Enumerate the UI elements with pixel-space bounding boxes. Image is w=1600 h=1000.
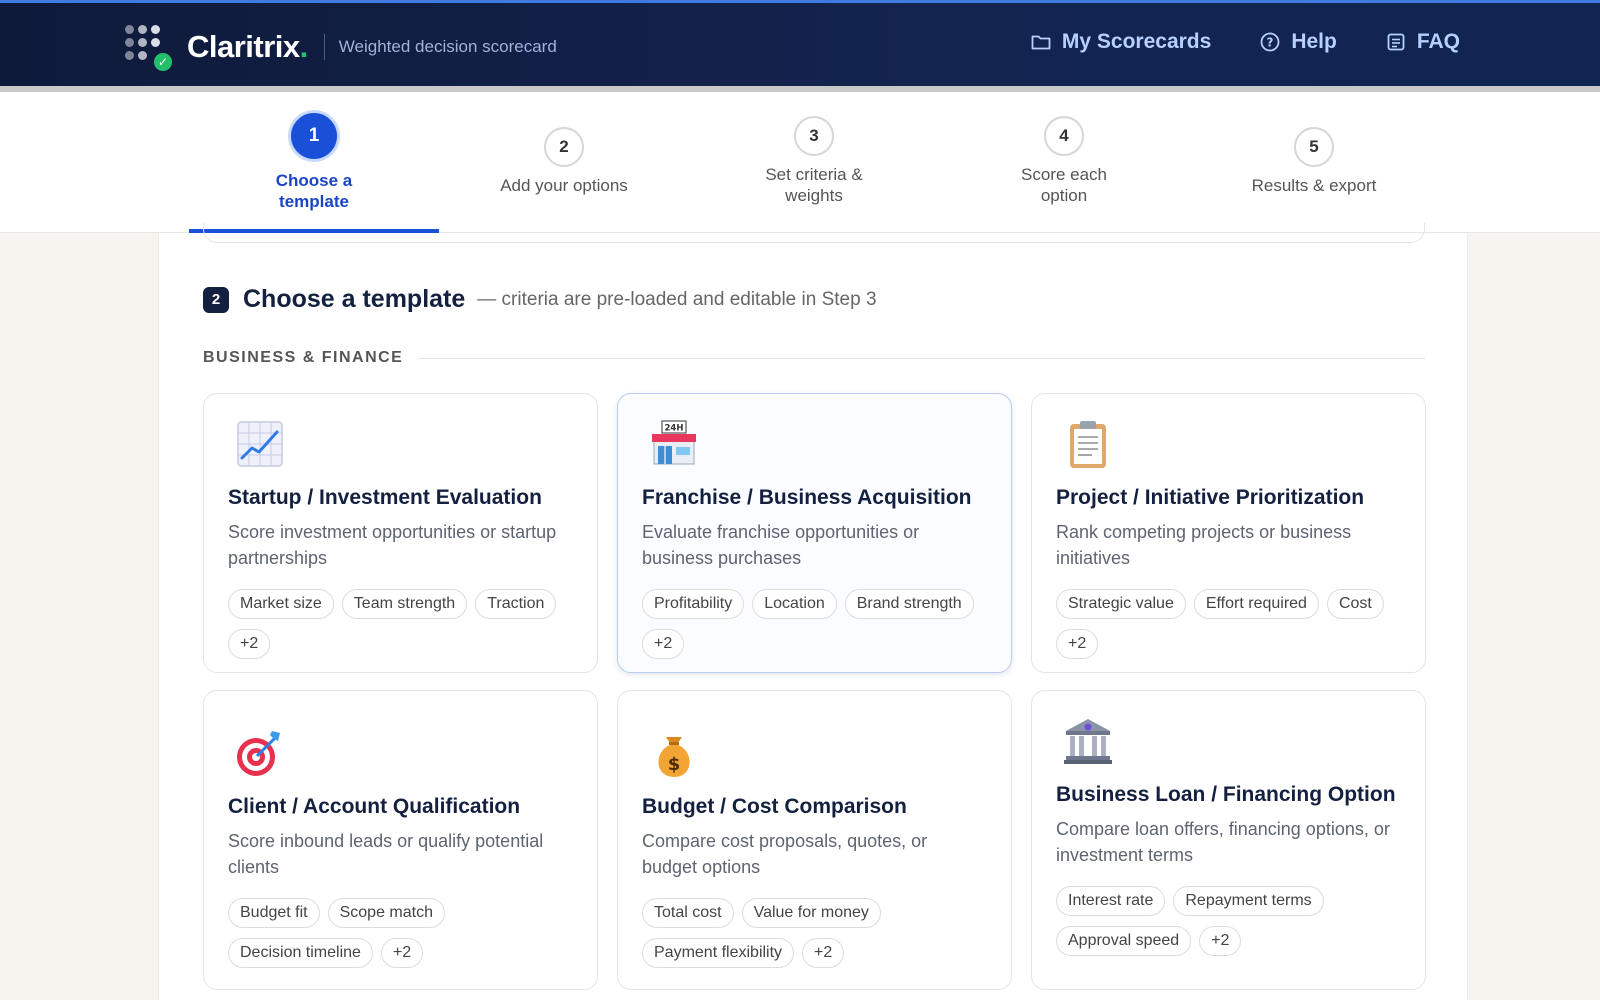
step-set-criteria[interactable]: 3 Set criteria & weights [689,92,939,233]
card-title: Budget / Cost Comparison [642,795,907,818]
step-label: Add your options [500,176,628,195]
target-icon [234,727,286,779]
card-description: Compare loan offers, financing options, … [1056,819,1390,865]
criteria-tags: Market size Team strength Traction +2 [228,589,573,659]
brand[interactable]: ✓ Claritrix. Weighted decision scorecard [125,23,557,71]
step-number: 4 [1044,116,1084,156]
document-icon [1385,31,1407,53]
step-choose-template[interactable]: 1 Choose a template [189,92,439,233]
template-card-business-loan[interactable]: Business Loan / Financing Option Compare… [1031,690,1426,990]
criteria-tag: Cost [1326,589,1384,619]
criteria-tag: Market size [228,589,334,619]
step-add-options[interactable]: 2 Add your options [439,92,689,233]
chart-increasing-icon [234,418,286,470]
brand-name: Claritrix. [187,29,308,64]
section-number-badge: 2 [203,286,229,313]
brand-tagline: Weighted decision scorecard [338,37,557,56]
svg-text:24H: 24H [665,424,684,434]
card-description: Score inbound leads or qualify potential… [228,831,544,877]
step-number: 1 [288,110,340,162]
step-label: Set criteria & weights [765,165,863,205]
step-score-options[interactable]: 4 Score each option [939,92,1189,233]
card-description: Score investment opportunities or startu… [228,522,557,568]
card-title: Project / Initiative Prioritization [1056,486,1365,509]
template-card-startup-investment[interactable]: Startup / Investment Evaluation Score in… [203,393,598,673]
nav-help[interactable]: ? Help [1259,30,1337,54]
help-circle-icon: ? [1259,31,1281,53]
top-nav: My Scorecards ? Help FAQ [1030,30,1460,54]
criteria-tags: Total cost Value for money Payment flexi… [642,898,987,968]
step-number: 2 [544,127,584,167]
folder-icon [1030,31,1052,53]
more-criteria-count: +2 [228,629,271,659]
money-bag-icon: $ [648,727,700,779]
criteria-tag: Brand strength [844,589,974,619]
main-panel: 2 Choose a template — criteria are pre-l… [158,223,1468,1000]
criteria-tags: Budget fit Scope match Decision timeline… [228,898,573,968]
top-bar: ✓ Claritrix. Weighted decision scorecard… [0,0,1600,86]
card-description: Evaluate franchise opportunities or busi… [642,522,920,568]
criteria-tags: Strategic value Effort required Cost +2 [1056,589,1401,659]
criteria-tag: Profitability [642,589,745,619]
progress-stepper: 1 Choose a template 2 Add your options 3 … [0,92,1600,233]
svg-text:?: ? [1267,36,1274,50]
criteria-tag: Effort required [1193,589,1319,619]
card-title: Franchise / Business Acquisition [642,486,972,509]
section-header: 2 Choose a template — criteria are pre-l… [203,285,877,314]
template-card-client-qualification[interactable]: Client / Account Qualification Score inb… [203,690,598,990]
step-label: Choose a template [275,171,353,211]
convenience-store-icon: 24H [648,418,700,470]
category-label: BUSINESS & FINANCE [203,349,404,366]
more-criteria-count: +2 [380,938,424,968]
card-description: Compare cost proposals, quotes, or budge… [642,831,928,877]
criteria-tag: Decision timeline [228,938,373,968]
nav-faq[interactable]: FAQ [1385,30,1460,54]
svg-text:$: $ [668,754,681,775]
criteria-tag: Team strength [341,589,468,619]
criteria-tag: Interest rate [1056,886,1166,916]
criteria-tag: Scope match [327,898,445,928]
criteria-tag: Strategic value [1056,589,1186,619]
step-number: 5 [1294,127,1334,167]
clipboard-icon [1062,418,1114,470]
card-description: Rank competing projects or business init… [1056,522,1352,568]
criteria-tag: Traction [475,589,557,619]
criteria-tag: Budget fit [228,898,320,928]
criteria-tag: Approval speed [1056,926,1192,956]
more-criteria-count: +2 [1199,926,1242,956]
criteria-tags: Interest rate Repayment terms Approval s… [1056,886,1401,956]
template-card-project-prioritization[interactable]: Project / Initiative Prioritization Rank… [1031,393,1426,673]
category-divider [419,357,1425,359]
previous-section-card [203,223,1425,243]
nav-my-scorecards[interactable]: My Scorecards [1030,30,1211,54]
criteria-tag: Repayment terms [1173,886,1324,916]
criteria-tag: Payment flexibility [642,938,795,968]
step-label: Results & export [1251,176,1377,195]
criteria-tag: Value for money [741,898,881,928]
card-title: Client / Account Qualification [228,795,521,818]
template-card-franchise-acquisition[interactable]: 24H Franchise / Business Acquisition Eva… [617,393,1012,673]
criteria-tags: Profitability Location Brand strength +2 [642,589,987,659]
logo-icon: ✓ [125,23,173,71]
step-results-export[interactable]: 5 Results & export [1189,92,1439,233]
step-number: 3 [794,116,834,156]
criteria-tag: Total cost [642,898,734,928]
step-label: Score each option [1021,165,1107,205]
bank-icon [1062,715,1114,767]
criteria-tag: Location [752,589,837,619]
card-title: Startup / Investment Evaluation [228,486,542,509]
brand-divider [323,34,325,60]
template-card-budget-comparison[interactable]: $ Budget / Cost Comparison Compare cost … [617,690,1012,990]
card-title: Business Loan / Financing Option [1056,783,1396,806]
section-title: Choose a template [243,285,466,313]
more-criteria-count: +2 [642,629,685,659]
section-subtitle: — criteria are pre-loaded and editable i… [477,288,877,310]
category-header: BUSINESS & FINANCE [203,349,1425,367]
more-criteria-count: +2 [802,938,845,968]
more-criteria-count: +2 [1056,629,1099,659]
